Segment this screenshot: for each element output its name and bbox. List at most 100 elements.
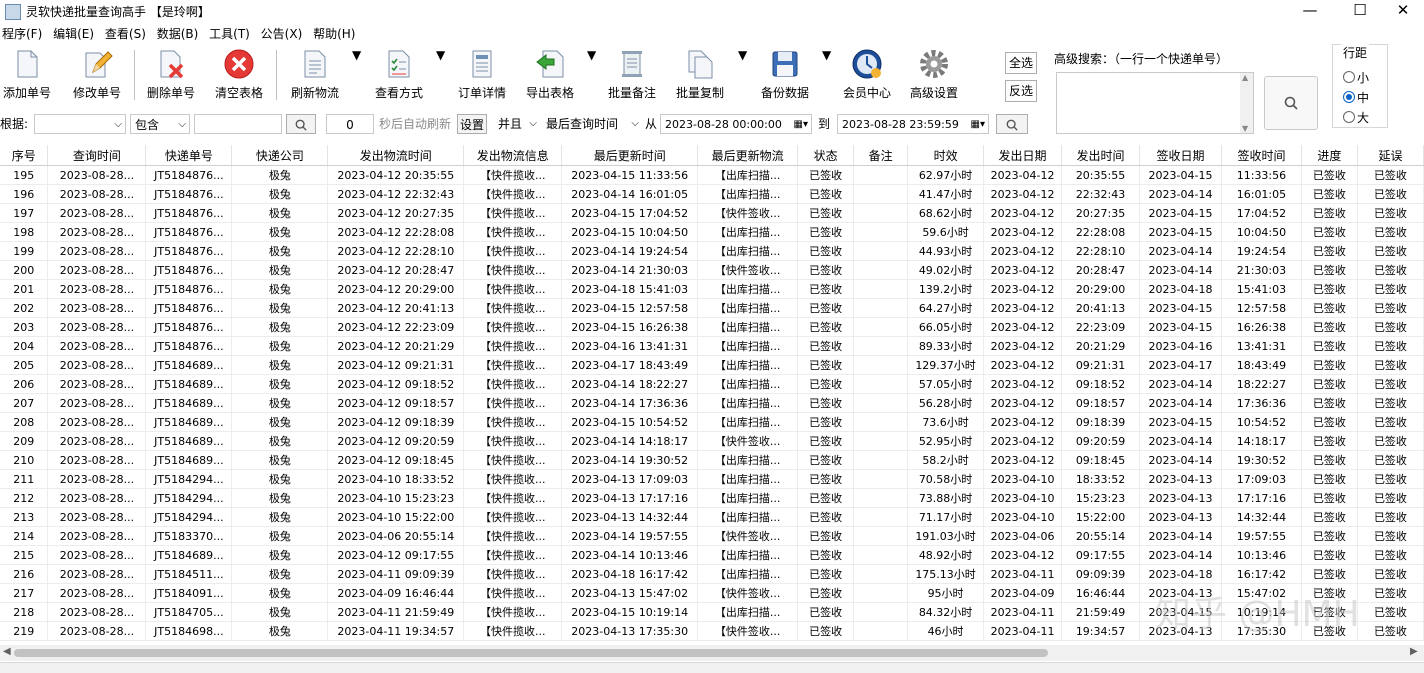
column-header[interactable]: 发出时间 [1061, 145, 1140, 166]
batch-copy-button[interactable]: 批量复制 [675, 48, 725, 104]
refresh-seconds-input[interactable]: 0 [326, 114, 374, 134]
table-cell: 【出库扫描... [697, 165, 799, 185]
add-document-icon [17, 50, 38, 78]
backup-dropdown-chevron-icon[interactable]: ▼ [822, 48, 831, 104]
scrollbar-thumb[interactable] [14, 649, 1048, 657]
table-row[interactable]: 209 2023-08-28... JT5184689... 极兔 2023-04-12… [0, 431, 1424, 451]
minimize-button[interactable]: — [1287, 0, 1333, 22]
edit-number-button[interactable]: 修改单号 [72, 48, 122, 104]
backup-data-button[interactable]: 备份数据 [760, 48, 810, 104]
filter-field-select[interactable]: ⌵ [34, 114, 126, 134]
column-header[interactable]: 进度 [1301, 145, 1358, 166]
table-row[interactable]: 207 2023-08-28... JT5184689... 极兔 2023-04-12… [0, 393, 1424, 413]
table-row[interactable]: 196 2023-08-28... JT5184876... 极兔 2023-04-12… [0, 184, 1424, 204]
column-header[interactable]: 最后更新物流 [697, 145, 799, 166]
scroll-left-arrow-icon[interactable]: ◀ [3, 646, 11, 657]
view-mode-dropdown-chevron-icon[interactable]: ▼ [436, 48, 445, 104]
table-row[interactable]: 197 2023-08-28... JT5184876... 极兔 2023-04-12… [0, 203, 1424, 223]
menu-notice[interactable]: 公告(X) [261, 25, 303, 42]
line-spacing-medium[interactable]: 中 [1343, 89, 1369, 106]
date-search-button[interactable] [996, 114, 1028, 134]
table-row[interactable]: 195 2023-08-28... JT5184876... 极兔 2023-04-12… [0, 165, 1424, 185]
table-cell: 20:55:14 [1061, 526, 1140, 546]
table-row[interactable]: 203 2023-08-28... JT5184876... 极兔 2023-04-12… [0, 317, 1424, 337]
column-header[interactable]: 发出物流时间 [327, 145, 465, 166]
table-row[interactable]: 199 2023-08-28... JT5184876... 极兔 2023-04-12… [0, 241, 1424, 261]
export-table-button[interactable]: 导出表格 [525, 48, 575, 104]
match-mode-select[interactable]: 包含 ⌵ [130, 114, 190, 134]
column-header[interactable]: 快递公司 [231, 145, 329, 166]
scroll-up-arrow-icon[interactable]: ▲ [1242, 73, 1248, 82]
scroll-down-arrow-icon[interactable]: ▼ [1242, 124, 1248, 133]
order-detail-button[interactable]: 订单详情 [457, 48, 507, 104]
clear-table-button[interactable]: 清空表格 [213, 48, 265, 104]
to-datetime-picker[interactable]: 2023-08-28 23:59:59 ▦▾ [837, 114, 989, 134]
table-row[interactable]: 213 2023-08-28... JT5184294... 极兔 2023-04-10… [0, 507, 1424, 527]
member-center-button[interactable]: 会员中心 [842, 48, 892, 104]
column-header[interactable]: 状态 [797, 145, 855, 166]
table-row[interactable]: 206 2023-08-28... JT5184689... 极兔 2023-04-12… [0, 374, 1424, 394]
table-cell: 09:18:45 [1061, 450, 1140, 470]
table-cell: 2023-08-28... [47, 184, 147, 204]
table-row[interactable]: 214 2023-08-28... JT5183370... 极兔 2023-04-06… [0, 526, 1424, 546]
scroll-right-arrow-icon[interactable]: ▶ [1410, 646, 1418, 657]
advanced-settings-button[interactable]: 高级设置 [908, 48, 960, 104]
advanced-search-button[interactable] [1264, 76, 1318, 130]
table-cell: 2023-08-28... [47, 412, 147, 432]
menu-view[interactable]: 查看(S) [105, 25, 146, 42]
view-mode-button[interactable]: 查看方式 [374, 48, 424, 104]
table-row[interactable]: 212 2023-08-28... JT5184294... 极兔 2023-04-10… [0, 488, 1424, 508]
table-row[interactable]: 208 2023-08-28... JT5184689... 极兔 2023-04-12… [0, 412, 1424, 432]
line-spacing-large[interactable]: 大 [1343, 109, 1369, 126]
column-header[interactable]: 签收时间 [1221, 145, 1302, 166]
column-header[interactable]: 序号 [0, 145, 49, 166]
add-number-button[interactable]: 添加单号 [2, 48, 52, 104]
menu-help[interactable]: 帮助(H) [313, 25, 355, 42]
refresh-settings-button[interactable]: 设置 [457, 114, 487, 134]
column-header[interactable]: 时效 [907, 145, 985, 166]
textarea-scrollbar[interactable]: ▲ ▼ [1240, 73, 1253, 133]
filter-search-button[interactable] [286, 114, 316, 134]
copy-dropdown-chevron-icon[interactable]: ▼ [738, 48, 747, 104]
delete-number-button[interactable]: 删除单号 [146, 48, 196, 104]
table-row[interactable]: 210 2023-08-28... JT5184689... 极兔 2023-04-12… [0, 450, 1424, 470]
table-cell: 已签收 [797, 526, 855, 546]
select-all-button[interactable]: 全选 [1005, 52, 1037, 74]
column-header[interactable]: 查询时间 [47, 145, 147, 166]
table-row[interactable]: 216 2023-08-28... JT5184511... 极兔 2023-04-11… [0, 564, 1424, 584]
column-header[interactable]: 快递单号 [145, 145, 233, 166]
refresh-logistics-button[interactable]: 刷新物流 [290, 48, 340, 104]
logic-select[interactable]: 并且 ⌵ [494, 114, 540, 134]
column-header[interactable]: 发出日期 [983, 145, 1063, 166]
menu-program[interactable]: 程序(F) [2, 25, 42, 42]
batch-note-button[interactable]: 批量备注 [607, 48, 657, 104]
column-header[interactable]: 签收日期 [1139, 145, 1222, 166]
close-button[interactable]: ✕ [1380, 0, 1424, 22]
maximize-button[interactable]: ☐ [1337, 0, 1383, 22]
column-header[interactable]: 延误 [1357, 145, 1424, 166]
export-dropdown-chevron-icon[interactable]: ▼ [587, 48, 596, 104]
table-row[interactable]: 200 2023-08-28... JT5184876... 极兔 2023-04-12… [0, 260, 1424, 280]
table-row[interactable]: 198 2023-08-28... JT5184876... 极兔 2023-04-12… [0, 222, 1424, 242]
table-row[interactable]: 204 2023-08-28... JT5184876... 极兔 2023-04-12… [0, 336, 1424, 356]
column-header[interactable]: 最后更新时间 [561, 145, 699, 166]
table-cell: 极兔 [231, 165, 329, 185]
keyword-input[interactable] [194, 114, 282, 134]
time-field-select[interactable]: 最后查询时间 ⌵ [542, 114, 642, 134]
menu-data[interactable]: 数据(B) [157, 25, 199, 42]
advanced-search-textarea[interactable]: ▲ ▼ [1056, 72, 1254, 134]
horizontal-scrollbar[interactable]: ◀ ▶ [0, 645, 1424, 661]
column-header[interactable]: 备注 [853, 145, 909, 166]
table-row[interactable]: 215 2023-08-28... JT5184689... 极兔 2023-04-12… [0, 545, 1424, 565]
table-row[interactable]: 201 2023-08-28... JT5184876... 极兔 2023-04-12… [0, 279, 1424, 299]
invert-selection-button[interactable]: 反选 [1005, 80, 1037, 102]
menu-tools[interactable]: 工具(T) [209, 25, 250, 42]
table-row[interactable]: 205 2023-08-28... JT5184689... 极兔 2023-04-12… [0, 355, 1424, 375]
line-spacing-small[interactable]: 小 [1343, 69, 1369, 86]
table-row[interactable]: 211 2023-08-28... JT5184294... 极兔 2023-04-10… [0, 469, 1424, 489]
table-row[interactable]: 202 2023-08-28... JT5184876... 极兔 2023-04-12… [0, 298, 1424, 318]
column-header[interactable]: 发出物流信息 [463, 145, 563, 166]
refresh-dropdown-chevron-icon[interactable]: ▼ [352, 48, 361, 104]
menu-edit[interactable]: 编辑(E) [53, 25, 94, 42]
from-datetime-picker[interactable]: 2023-08-28 00:00:00 ▦▾ [660, 114, 812, 134]
